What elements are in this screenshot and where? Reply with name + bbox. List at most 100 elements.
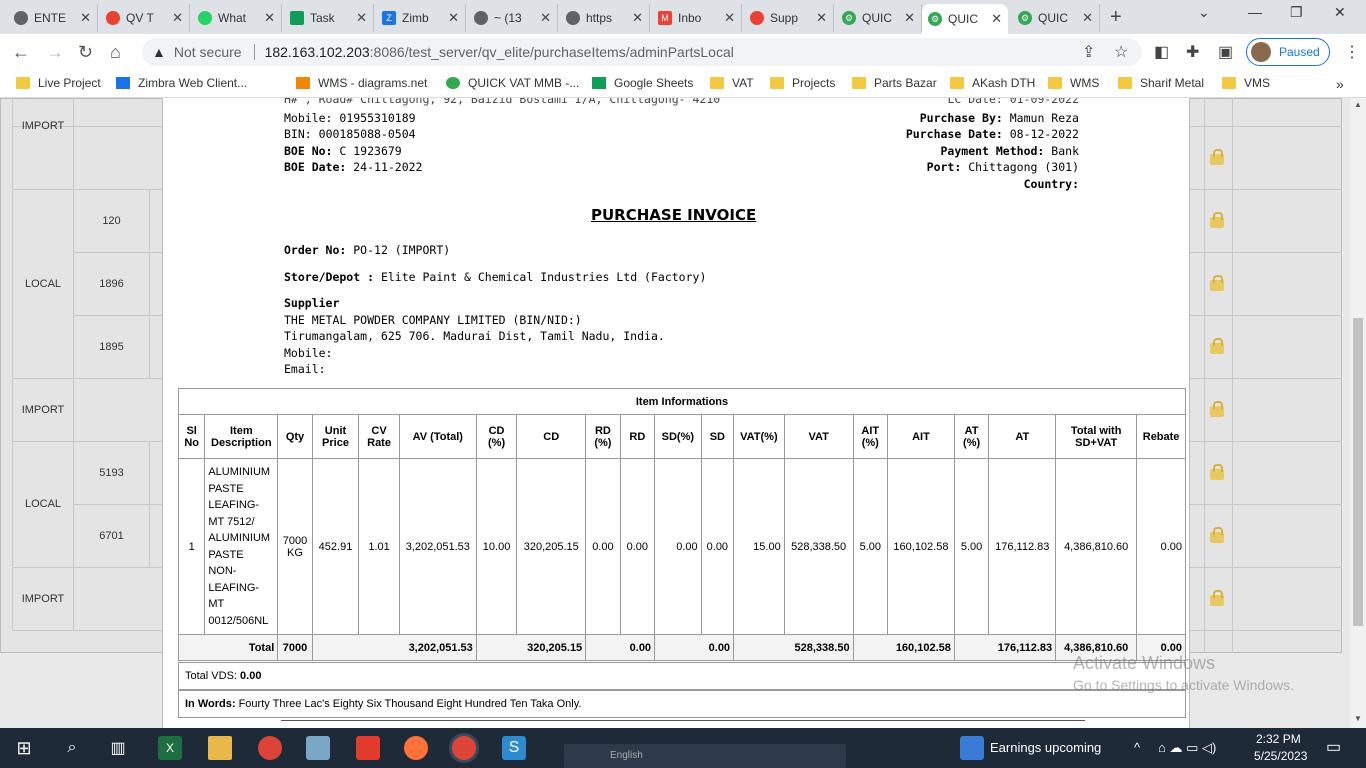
close-icon[interactable]: ✕ [724, 10, 735, 26]
tray-chevron-icon[interactable]: ^ [1134, 740, 1140, 755]
language-bar[interactable]: English [564, 744, 846, 768]
tab-label: What [218, 11, 247, 25]
scroll-up-icon[interactable]: ▲ [1354, 100, 1362, 109]
cell-description: ALUMINIUM PASTE LEAFING-MT 7512/ ALUMINI… [204, 458, 279, 635]
notification-icon[interactable]: ▭ [1326, 737, 1341, 757]
lock-icon[interactable] [1210, 338, 1224, 354]
lock-icon[interactable] [1210, 401, 1224, 417]
tab-label: Inbo [678, 11, 702, 25]
minimize-icon[interactable]: — [1248, 4, 1262, 20]
restore-icon[interactable]: ❐ [1290, 4, 1303, 21]
lock-icon[interactable] [1210, 149, 1224, 165]
bookmark-zimbra[interactable]: Zimbra Web Client... [116, 76, 247, 90]
close-icon[interactable]: ✕ [1082, 10, 1093, 26]
excel-icon[interactable]: X [158, 736, 182, 760]
address-bar[interactable]: ▲ Not secure 182.163.102.203 :8086/test_… [142, 38, 1142, 66]
vertical-scrollbar[interactable]: ▲ ▼ [1350, 98, 1366, 728]
label: Payment Method: [940, 144, 1045, 158]
scroll-down-icon[interactable]: ▼ [1354, 714, 1362, 723]
menu-icon[interactable]: ⋮ [1344, 42, 1360, 62]
close-icon[interactable]: ✕ [816, 10, 827, 26]
forward-icon[interactable]: → [46, 42, 64, 63]
file-explorer-icon[interactable] [208, 736, 232, 760]
tab-8[interactable]: Supp ✕ [744, 4, 834, 32]
chrome-icon[interactable] [258, 736, 282, 760]
search-icon[interactable]: ⌕ [60, 736, 84, 760]
tab-3[interactable]: Task ✕ [284, 4, 374, 32]
tab-search-icon[interactable]: ⌄ [1198, 4, 1210, 21]
weather-icon[interactable] [960, 736, 984, 760]
tab-0[interactable]: ENTE ✕ [8, 4, 98, 32]
close-icon[interactable]: ✕ [991, 11, 1002, 27]
close-icon[interactable]: ✕ [904, 10, 915, 26]
close-icon[interactable]: ✕ [80, 10, 91, 26]
sheets-icon [290, 11, 304, 25]
lock-icon[interactable] [1210, 527, 1224, 543]
bookmark-quick-vat[interactable]: QUICK VAT MMB -... [446, 76, 579, 90]
side-panel-icon[interactable]: ▣ [1218, 42, 1233, 62]
label: Store/Depot : [284, 270, 375, 284]
windows-start-icon[interactable]: ⊞ [12, 736, 36, 760]
bookmark-parts-bazar[interactable]: Parts Bazar [852, 76, 937, 90]
label: Mobile: [284, 111, 333, 125]
new-tab-button[interactable]: + [1110, 6, 1122, 29]
more-bookmarks-icon[interactable]: » [1336, 76, 1344, 92]
close-icon[interactable]: ✕ [632, 10, 643, 26]
home-icon[interactable]: ⌂ [110, 42, 121, 63]
bookmark-sharif-metal[interactable]: Sharif Metal [1118, 76, 1204, 90]
tab-2[interactable]: What ✕ [192, 4, 282, 32]
tray-icons[interactable]: ⌂ ☁ ▭ ◁) [1158, 740, 1216, 756]
close-icon[interactable]: ✕ [448, 10, 459, 26]
anydesk-icon[interactable] [356, 736, 380, 760]
bookmark-vms[interactable]: VMS [1222, 76, 1270, 90]
extension-icon[interactable]: ◧ [1154, 42, 1169, 62]
lc-date: LC Date: 01-09-2022 [947, 98, 1079, 106]
lock-icon[interactable] [1210, 275, 1224, 291]
share-icon[interactable]: ⇪ [1082, 42, 1095, 62]
bookmark-vat[interactable]: VAT [710, 76, 754, 90]
invoice-modal: H# , Road# Chittagong, 92, Baizid Bostam… [162, 98, 1190, 728]
weather-widget[interactable]: Earnings upcoming [990, 740, 1101, 755]
col-header: AIT [887, 414, 955, 459]
bookmark-google-sheets[interactable]: Google Sheets [592, 76, 693, 90]
value: C 1923679 [339, 144, 402, 158]
tab-5[interactable]: ~ (13 ✕ [468, 4, 558, 32]
tab-1[interactable]: QV T ✕ [100, 4, 190, 32]
close-window-icon[interactable]: ✕ [1334, 4, 1346, 21]
app-icon[interactable] [306, 736, 330, 760]
bookmark-projects[interactable]: Projects [770, 76, 835, 90]
bookmark-star-icon[interactable]: ☆ [1114, 42, 1128, 62]
firefox-icon[interactable] [404, 736, 428, 760]
skype-icon[interactable]: S [502, 736, 526, 760]
tab-11[interactable]: ⚙ QUIC ✕ [1012, 4, 1100, 32]
tab-9[interactable]: ⚙ QUIC ✕ [836, 4, 922, 32]
clock-date[interactable]: 5/25/2023 [1254, 749, 1307, 763]
bookmark-wms-diagrams[interactable]: WMS - diagrams.net [296, 76, 427, 90]
col-header: AIT (%) [852, 414, 889, 459]
lock-icon[interactable] [1210, 590, 1224, 606]
chrome-active-icon[interactable] [452, 736, 476, 760]
close-icon[interactable]: ✕ [264, 10, 275, 26]
scrollbar-thumb[interactable] [1353, 318, 1363, 626]
url-host: 182.163.102.203 [264, 44, 370, 60]
bookmark-akash-dth[interactable]: AKash DTH [950, 76, 1035, 90]
puzzle-icon[interactable]: ✚ [1186, 42, 1199, 62]
close-icon[interactable]: ✕ [356, 10, 367, 26]
close-icon[interactable]: ✕ [172, 10, 183, 26]
back-icon[interactable]: ← [12, 42, 30, 63]
bookmark-wms[interactable]: WMS [1048, 76, 1099, 90]
folder-icon [770, 77, 784, 89]
avatar [1251, 42, 1271, 62]
lock-icon[interactable] [1210, 212, 1224, 228]
clock-time[interactable]: 2:32 PM [1256, 732, 1301, 746]
reload-icon[interactable]: ↻ [78, 42, 93, 63]
close-icon[interactable]: ✕ [540, 10, 551, 26]
profile-button[interactable]: Paused [1246, 38, 1330, 66]
tab-4[interactable]: Z Zimb ✕ [376, 4, 466, 32]
task-view-icon[interactable]: ▥ [106, 736, 130, 760]
tab-7[interactable]: M Inbo ✕ [652, 4, 742, 32]
bookmark-live-project[interactable]: Live Project [16, 76, 101, 90]
tab-6[interactable]: https ✕ [560, 4, 650, 32]
tab-10-active[interactable]: ⚙ QUIC ✕ [922, 4, 1008, 34]
lock-icon[interactable] [1210, 464, 1224, 480]
